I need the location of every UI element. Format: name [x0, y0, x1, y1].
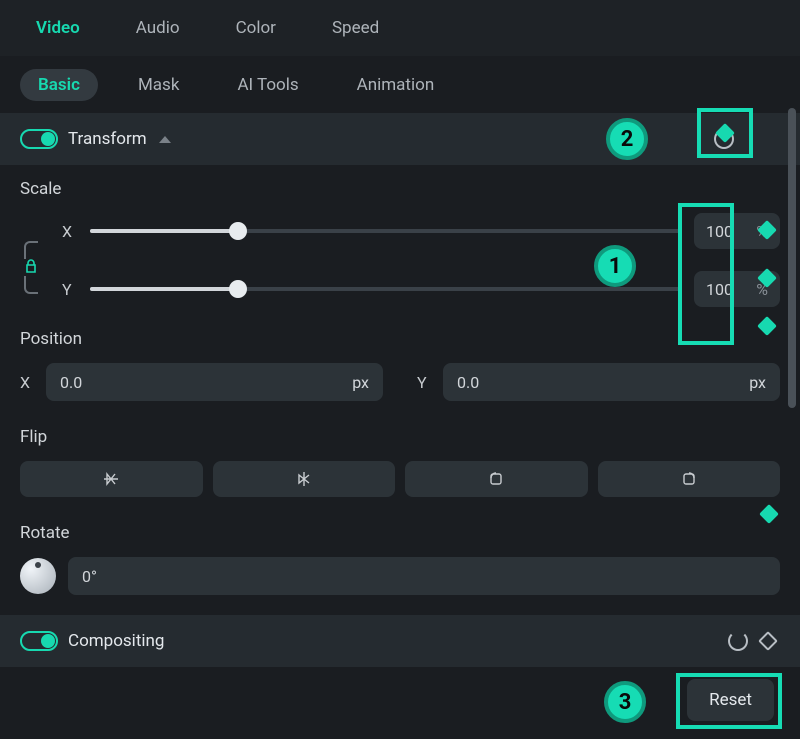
- scale-lock-group: [24, 241, 38, 294]
- subtab-animation[interactable]: Animation: [339, 69, 453, 101]
- tab-audio[interactable]: Audio: [120, 12, 196, 44]
- transform-enable-toggle[interactable]: [20, 129, 58, 149]
- position-y-label: Y: [417, 373, 431, 392]
- lock-icon[interactable]: [25, 257, 37, 278]
- position-x-number: 0.0: [60, 373, 82, 392]
- footer: Reset: [687, 679, 774, 721]
- rotate-value-input[interactable]: 0°: [68, 557, 780, 595]
- position-label: Position: [20, 329, 780, 349]
- subtab-aitools[interactable]: AI Tools: [219, 69, 316, 101]
- position-keyframe-diamond-icon[interactable]: [757, 316, 777, 336]
- subtab-mask[interactable]: Mask: [120, 69, 197, 101]
- rotate-label: Rotate: [20, 523, 70, 543]
- flip-label: Flip: [20, 427, 780, 447]
- scale-x-row: X 100 %: [20, 213, 780, 249]
- tab-speed[interactable]: Speed: [316, 12, 395, 44]
- compositing-enable-toggle[interactable]: [20, 631, 58, 651]
- position-x-unit: px: [352, 373, 369, 392]
- position-y-field: Y 0.0 px: [417, 363, 780, 401]
- scale-y-keyframe-diamond-icon[interactable]: [757, 268, 777, 288]
- rotate-dial[interactable]: [20, 558, 56, 594]
- position-x-label: X: [20, 373, 34, 392]
- rotate-keyframe-diamond-icon[interactable]: [759, 504, 779, 524]
- main-tab-bar: Video Audio Color Speed: [0, 0, 800, 57]
- subtab-basic[interactable]: Basic: [20, 69, 98, 101]
- scale-y-slider[interactable]: [90, 287, 680, 291]
- rotate-row: 0°: [20, 557, 780, 595]
- tab-color[interactable]: Color: [220, 12, 292, 44]
- scale-y-number: 100: [706, 280, 733, 299]
- tab-video[interactable]: Video: [20, 12, 96, 44]
- flip-row: [20, 461, 780, 497]
- rotate-ccw-button[interactable]: [405, 461, 588, 497]
- flip-horizontal-icon: [294, 469, 314, 489]
- position-x-input[interactable]: 0.0 px: [46, 363, 383, 401]
- annotation-callout-1: 1: [594, 245, 636, 287]
- transform-body: Scale X 100 % Y: [0, 165, 800, 595]
- collapse-up-icon[interactable]: [159, 136, 171, 143]
- compositing-title: Compositing: [68, 631, 164, 651]
- annotation-callout-2: 2: [606, 118, 648, 160]
- position-y-input[interactable]: 0.0 px: [443, 363, 780, 401]
- annotation-callout-3: 3: [604, 681, 646, 723]
- position-y-number: 0.0: [457, 373, 479, 392]
- flip-horizontal-button[interactable]: [213, 461, 396, 497]
- position-x-field: X 0.0 px: [20, 363, 383, 401]
- flip-vertical-icon: [101, 469, 121, 489]
- transform-title: Transform: [68, 129, 147, 149]
- scale-y-label: Y: [62, 280, 76, 299]
- section-header-transform: Transform: [0, 113, 800, 165]
- scale-label: Scale: [20, 179, 780, 199]
- scale-x-number: 100: [706, 222, 733, 241]
- reset-compositing-icon[interactable]: [728, 631, 748, 651]
- compositing-keyframe-diamond-icon[interactable]: [758, 631, 778, 651]
- rotate-value: 0°: [82, 567, 97, 586]
- rotate-cw-icon: [679, 469, 699, 489]
- scale-y-row: Y 100 %: [20, 271, 780, 307]
- scale-x-slider[interactable]: [90, 229, 680, 233]
- reset-button[interactable]: Reset: [687, 679, 774, 721]
- sub-tab-bar: Basic Mask AI Tools Animation: [0, 57, 800, 113]
- rotate-ccw-icon: [486, 469, 506, 489]
- scale-x-keyframe-diamond-icon[interactable]: [757, 220, 777, 240]
- position-row: X 0.0 px Y 0.0 px: [20, 363, 780, 401]
- section-header-compositing: Compositing: [0, 615, 800, 667]
- scale-x-label: X: [62, 222, 76, 241]
- rotate-cw-button[interactable]: [598, 461, 781, 497]
- position-y-unit: px: [749, 373, 766, 392]
- flip-vertical-button[interactable]: [20, 461, 203, 497]
